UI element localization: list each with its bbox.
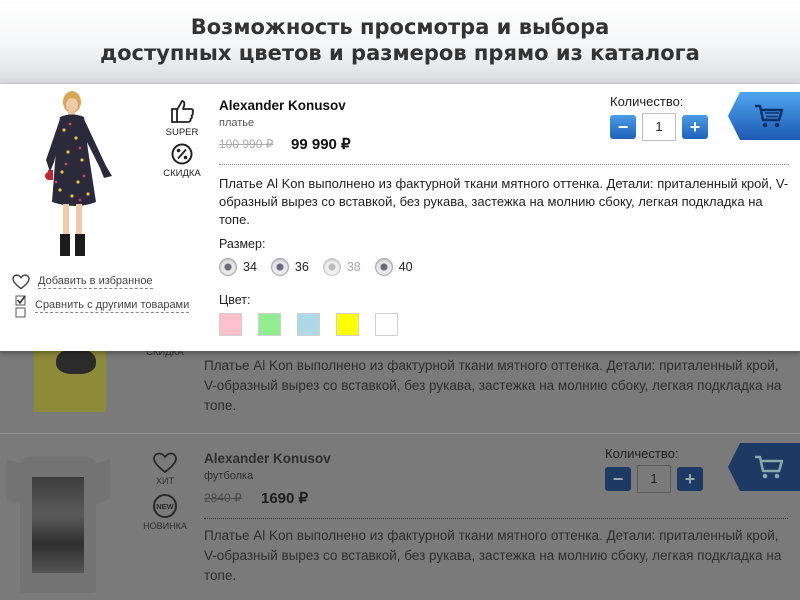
add-to-favorites-link[interactable]: Добавить в избранное: [38, 275, 153, 289]
size-option-40[interactable]: 40: [374, 258, 413, 276]
badge-discount: СКИДКА: [160, 143, 204, 179]
size-option-36[interactable]: 36: [270, 258, 309, 276]
add-to-favorites[interactable]: Добавить в избранное: [12, 274, 153, 290]
color-options: [219, 313, 414, 336]
old-price: 2840 ₽: [204, 491, 242, 505]
radio-button[interactable]: [219, 258, 237, 276]
header-title-line-1: Возможность просмотра и выбора: [190, 15, 610, 39]
color-swatch-green[interactable]: [258, 313, 281, 336]
product-image-tshirt[interactable]: [6, 457, 110, 595]
quantity-decrease-button[interactable]: −: [605, 467, 631, 491]
current-price: 99 990 ₽: [291, 136, 351, 153]
compare-checkbox-icon: [15, 295, 26, 318]
quantity-label: Количество:: [610, 94, 684, 109]
product-type: футболка: [204, 470, 254, 482]
product-brand[interactable]: Alexander Konusov: [219, 98, 346, 113]
product-image-dress[interactable]: [20, 90, 138, 258]
badge-label: SUPER: [165, 127, 199, 138]
color-label: Цвет:: [219, 293, 251, 307]
badge-new: NEW НОВИНКА: [143, 493, 187, 531]
radio-button[interactable]: [374, 258, 393, 276]
quantity-control: Количество: − 1 +: [610, 94, 708, 141]
quantity-control: Количество: − 1 +: [605, 446, 703, 493]
heart-icon: [12, 274, 30, 290]
product-description: Платье Al Kon выполнено из фактурной тка…: [204, 358, 782, 413]
page-header: Возможность просмотра и выбора доступных…: [0, 0, 800, 84]
quantity-input[interactable]: 1: [642, 113, 676, 141]
cart-icon: [755, 104, 784, 128]
header-title-line-2: доступных цветов и размеров прямо из кат…: [100, 41, 700, 65]
color-swatch-blue[interactable]: [297, 313, 320, 336]
add-to-cart-button[interactable]: [728, 92, 800, 140]
compare-products[interactable]: Сравнить с другими товарами: [15, 294, 190, 318]
percent-icon: [171, 143, 193, 165]
product-description: Платье Al Kon выполнено из фактурной тка…: [219, 176, 789, 227]
size-option-38: 38: [322, 258, 361, 276]
product-brand[interactable]: Alexander Konusov: [204, 451, 331, 466]
badge-label: НОВИНКА: [143, 521, 187, 531]
quantity-decrease-button[interactable]: −: [610, 115, 636, 139]
badge-label: СКИДКА: [163, 168, 201, 179]
badge-hit: ХИТ: [151, 452, 179, 486]
dotted-divider: [219, 164, 789, 165]
row-divider: [0, 433, 800, 434]
product-type: платье: [219, 117, 255, 129]
color-swatch-pink[interactable]: [219, 313, 242, 336]
add-to-cart-button-dimmed[interactable]: [728, 443, 800, 491]
size-option-label: 34: [243, 260, 257, 274]
catalog-item-tshirt: ХИТ NEW НОВИНКА Alexander Konusov футбол…: [0, 435, 800, 600]
cart-icon: [755, 455, 784, 479]
color-swatch-yellow[interactable]: [336, 313, 359, 336]
radio-button: [322, 258, 341, 276]
quantity-increase-button[interactable]: +: [677, 467, 703, 491]
old-price: 100 990 ₽: [219, 137, 274, 151]
badge-label: ХИТ: [156, 476, 174, 486]
quantity-input[interactable]: 1: [637, 465, 671, 493]
product-image-yellow-shirt[interactable]: [34, 346, 106, 412]
product-quick-view-popup: SUPER СКИДКА Alexander Konusov платье 10…: [0, 84, 800, 351]
color-swatch-white[interactable]: [375, 313, 398, 336]
heart-icon: [153, 452, 177, 474]
quantity-label: Количество:: [605, 446, 679, 461]
svg-text:NEW: NEW: [156, 502, 174, 511]
quantity-increase-button[interactable]: +: [682, 115, 708, 139]
radio-button[interactable]: [270, 258, 289, 276]
size-label: Размер:: [219, 237, 266, 251]
compare-link[interactable]: Сравнить с другими товарами: [35, 299, 190, 313]
size-options: 34 36 38 40: [219, 258, 427, 276]
size-option-label: 36: [294, 260, 309, 274]
size-option-label: 38: [346, 260, 361, 274]
product-description: Платье Al Kon выполнено из фактурной тка…: [204, 528, 782, 583]
dotted-divider: [204, 518, 788, 519]
badge-super: SUPER: [164, 98, 200, 138]
size-option-34[interactable]: 34: [219, 258, 257, 276]
current-price: 1690 ₽: [261, 490, 309, 507]
new-badge-icon: NEW: [153, 494, 177, 518]
thumbs-up-icon: [171, 100, 194, 123]
size-option-label: 40: [398, 260, 413, 274]
